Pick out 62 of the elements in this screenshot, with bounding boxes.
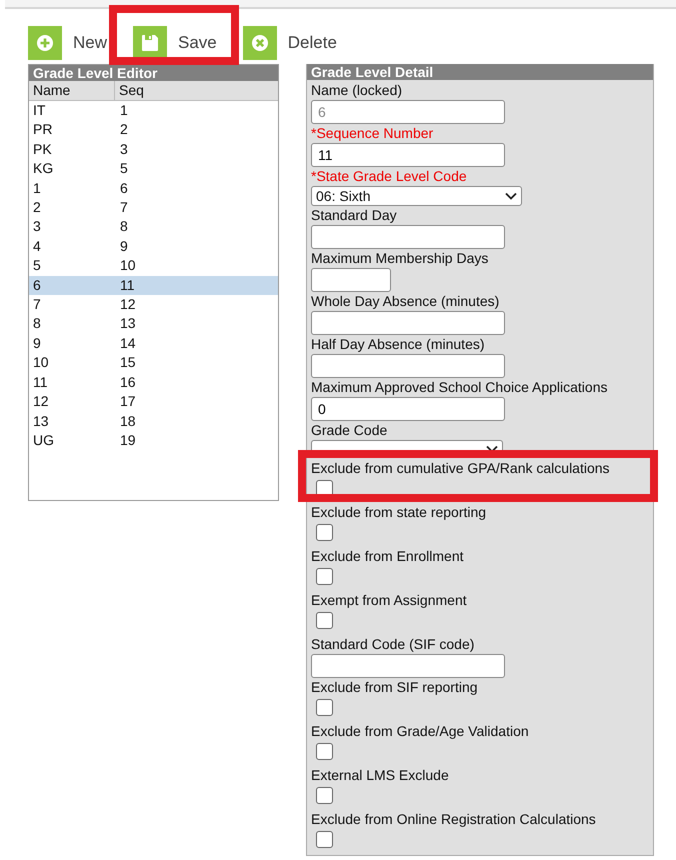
field-label: Whole Day Absence (minutes) bbox=[311, 292, 500, 311]
grade-row[interactable]: 10 15 bbox=[29, 353, 278, 373]
grade-row[interactable]: PR 2 bbox=[29, 120, 278, 140]
grade-row[interactable]: 3 8 bbox=[29, 217, 278, 237]
field-label: Name (locked) bbox=[311, 81, 404, 100]
checkbox[interactable] bbox=[316, 743, 333, 760]
grade-row[interactable]: IT 1 bbox=[29, 101, 278, 120]
grade-row[interactable]: 8 13 bbox=[29, 314, 278, 334]
new-button[interactable]: New bbox=[28, 22, 108, 64]
grade-row[interactable]: 9 14 bbox=[29, 334, 278, 354]
chevron-down-icon bbox=[486, 445, 498, 453]
delete-button[interactable]: Delete bbox=[242, 22, 337, 64]
chevron-down-icon bbox=[505, 192, 517, 200]
input-field[interactable] bbox=[311, 268, 391, 292]
save-button[interactable]: Save bbox=[133, 22, 217, 64]
plus-icon bbox=[36, 34, 54, 52]
grade-row[interactable]: 4 9 bbox=[29, 236, 278, 256]
field-label: Half Day Absence (minutes) bbox=[311, 335, 486, 354]
checkbox[interactable] bbox=[316, 831, 333, 848]
grade-row[interactable]: 12 17 bbox=[29, 392, 278, 412]
dropdown[interactable]: 06: Sixth bbox=[311, 186, 522, 206]
grade-row[interactable]: 11 16 bbox=[29, 372, 278, 392]
column-header: Name bbox=[29, 81, 115, 100]
input-field[interactable]: 0 bbox=[311, 397, 505, 421]
checkbox[interactable] bbox=[316, 612, 333, 629]
field-label: Standard Code (SIF code) bbox=[311, 635, 476, 654]
grade-row[interactable]: KG 5 bbox=[29, 159, 278, 179]
input-field[interactable] bbox=[311, 225, 505, 249]
input-field[interactable] bbox=[311, 654, 505, 678]
field-label: External LMS Exclude bbox=[311, 766, 450, 785]
grade-row[interactable]: PK 3 bbox=[29, 140, 278, 160]
input-field[interactable]: 11 bbox=[311, 143, 505, 167]
field-label: Exclude from Enrollment bbox=[311, 547, 465, 566]
grade-row[interactable]: 1 6 bbox=[29, 178, 278, 198]
column-header: Seq bbox=[118, 81, 144, 100]
checkbox[interactable] bbox=[316, 524, 333, 541]
grade-row[interactable]: 5 10 bbox=[29, 256, 278, 276]
field-label: Exclude from state reporting bbox=[311, 503, 488, 522]
field-label: Standard Day bbox=[311, 206, 398, 225]
grade-row[interactable]: 13 18 bbox=[29, 412, 278, 431]
input-field[interactable] bbox=[311, 311, 505, 335]
input-field[interactable] bbox=[311, 354, 505, 378]
field-label: Exempt from Assignment bbox=[311, 591, 468, 610]
field-label: Exclude from SIF reporting bbox=[311, 678, 479, 697]
panel-header: Grade Level Detail bbox=[307, 64, 653, 80]
field-label: Exclude from Online Registration Calculations bbox=[311, 810, 597, 829]
field-label: Grade Code bbox=[311, 421, 388, 440]
field-label: *Sequence Number bbox=[311, 124, 434, 143]
grade-row[interactable]: 7 12 bbox=[29, 295, 278, 314]
field-label: Exclude from Grade/Age Validation bbox=[311, 722, 530, 741]
field-label: Maximum Approved School Choice Applications bbox=[311, 378, 608, 397]
field-label: Maximum Membership Days bbox=[311, 249, 490, 268]
field-label: Exclude from cumulative GPA/Rank calculations bbox=[311, 459, 611, 478]
grade-row[interactable]: 6 11 bbox=[29, 276, 278, 296]
checkbox[interactable] bbox=[316, 699, 333, 716]
close-icon bbox=[250, 34, 269, 52]
grade-row[interactable]: 2 7 bbox=[29, 198, 278, 218]
field-label: *State Grade Level Code bbox=[311, 167, 468, 186]
grade-row[interactable]: UG 19 bbox=[29, 430, 278, 450]
checkbox[interactable] bbox=[316, 568, 333, 585]
panel-header: Grade Level Editor bbox=[29, 65, 278, 81]
checkbox[interactable] bbox=[316, 787, 333, 804]
